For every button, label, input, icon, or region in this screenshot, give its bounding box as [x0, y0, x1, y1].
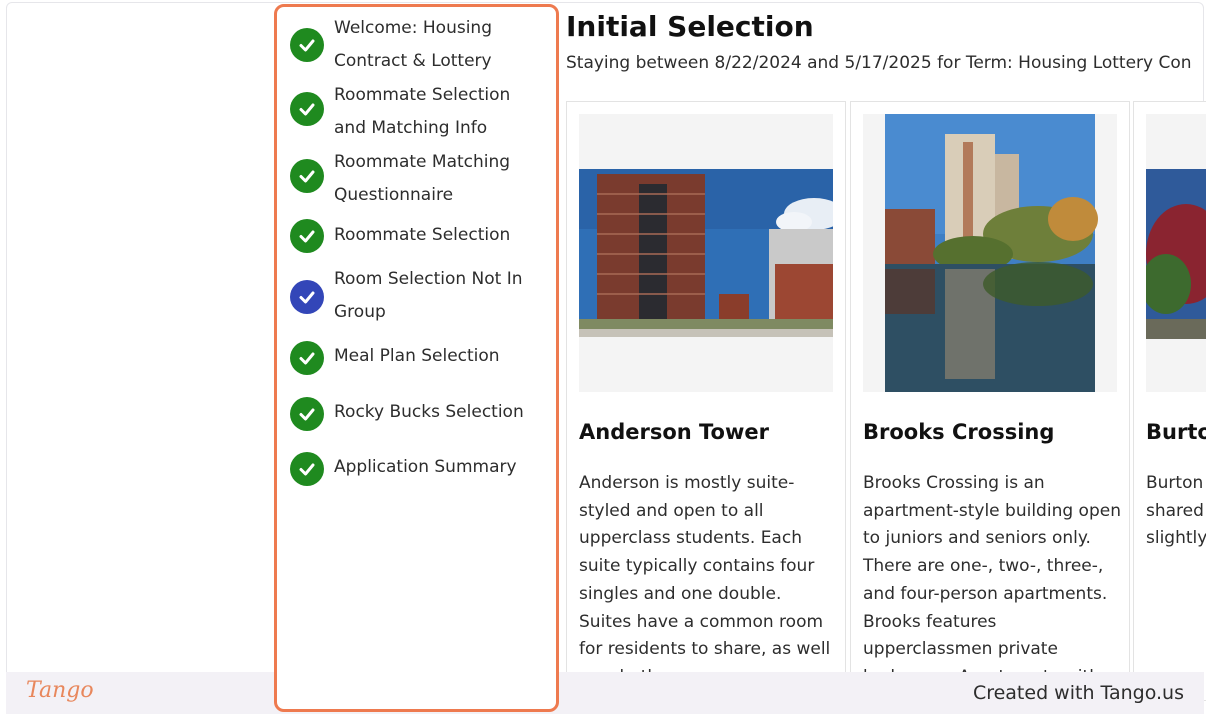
- hall-name: Burto: [1146, 420, 1206, 444]
- step-rocky-bucks[interactable]: Rocky Bucks Selection: [290, 396, 540, 436]
- step-label: Welcome: Housing Contract & Lottery: [334, 18, 492, 71]
- check-icon: [290, 280, 324, 314]
- step-label: Room Selection Not In Group: [334, 269, 523, 322]
- hall-description: Anderson is mostly suite-styled and open…: [579, 473, 831, 687]
- step-label: Rocky Bucks Selection: [334, 402, 524, 422]
- hall-photo: [1146, 114, 1206, 392]
- check-icon: [290, 159, 324, 193]
- step-room-selection[interactable]: Room Selection Not In Group: [290, 263, 540, 329]
- hall-card-brooks[interactable]: Brooks Crossing Brooks Crossing is an ap…: [850, 101, 1130, 701]
- step-welcome[interactable]: Welcome: Housing Contract & Lottery: [290, 12, 540, 78]
- step-label: Roommate Matching Questionnaire: [334, 152, 511, 205]
- step-roommate-selection[interactable]: Roommate Selection: [290, 218, 540, 258]
- tango-logo: Tango: [26, 678, 94, 703]
- hall-description: Burton style ho and sin shared All roor …: [1146, 473, 1206, 549]
- check-icon: [290, 341, 324, 375]
- step-meal-plan[interactable]: Meal Plan Selection: [290, 340, 540, 380]
- hall-description: Brooks Crossing is an apartment-style bu…: [863, 473, 1121, 687]
- page-title: Initial Selection: [566, 10, 814, 43]
- step-label: Roommate Selection: [334, 225, 511, 245]
- hall-photo: [863, 114, 1117, 392]
- check-icon: [290, 92, 324, 126]
- step-roommate-questionnaire[interactable]: Roommate Matching Questionnaire: [290, 146, 540, 212]
- main-content: Initial Selection Staying between 8/22/2…: [566, 0, 1206, 714]
- hall-photo: [579, 114, 833, 392]
- check-icon: [290, 219, 324, 253]
- footer-credit: Created with Tango.us: [972, 682, 1184, 704]
- check-icon: [290, 452, 324, 486]
- step-label: Meal Plan Selection: [334, 346, 500, 366]
- check-icon: [290, 28, 324, 62]
- hall-name: Anderson Tower: [579, 420, 769, 444]
- check-icon: [290, 397, 324, 431]
- step-application-summary[interactable]: Application Summary: [290, 451, 540, 491]
- tango-footer: Tango Created with Tango.us: [6, 672, 1204, 714]
- application-steps-list: Welcome: Housing Contract & Lottery Room…: [274, 4, 559, 712]
- step-roommate-selection-info[interactable]: Roommate Selection and Matching Info: [290, 79, 540, 145]
- hall-card-anderson[interactable]: Anderson Tower Anderson is mostly suite-…: [566, 101, 846, 701]
- term-subtitle: Staying between 8/22/2024 and 5/17/2025 …: [566, 53, 1192, 73]
- hall-name: Brooks Crossing: [863, 420, 1055, 444]
- step-label: Application Summary: [334, 457, 517, 477]
- hall-card-burton[interactable]: Burto Burton style ho and sin shared All…: [1133, 101, 1206, 701]
- step-label: Roommate Selection and Matching Info: [334, 85, 511, 138]
